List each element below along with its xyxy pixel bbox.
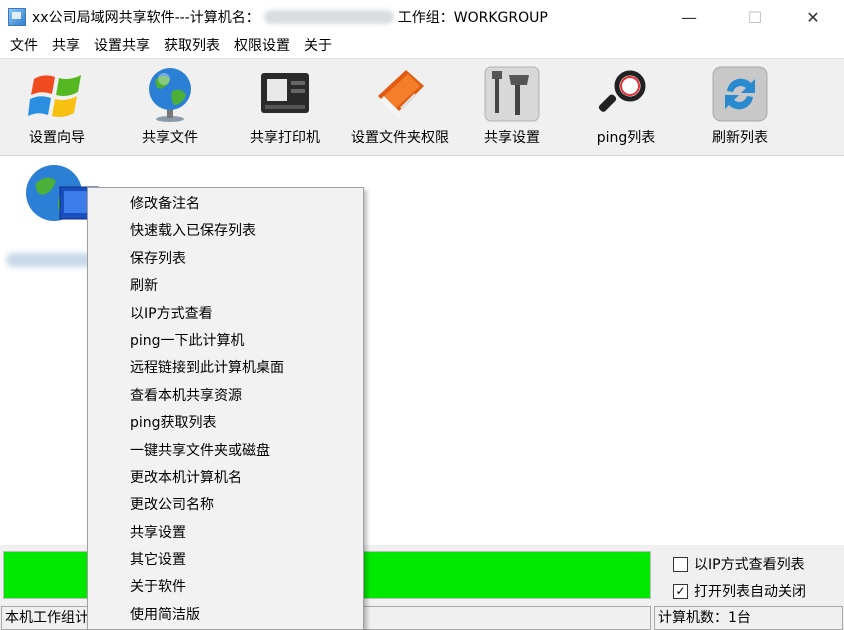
refresh-list-label: 刷新列表 bbox=[712, 130, 768, 146]
close-icon: ✕ bbox=[806, 7, 820, 27]
setup-wizard-label: 设置向导 bbox=[29, 130, 85, 146]
magnifier-icon bbox=[596, 65, 656, 123]
menu-permissions[interactable]: 权限设置 bbox=[227, 34, 297, 58]
share-printer-button[interactable]: 共享打印机 bbox=[230, 65, 340, 147]
ctx-edit-remark[interactable]: 修改备注名 bbox=[88, 191, 363, 218]
auto-close-checkbox[interactable]: ✓ bbox=[673, 583, 688, 599]
ctx-view-local-shares[interactable]: 查看本机共享资源 bbox=[88, 383, 363, 410]
auto-close-option[interactable]: ✓ 打开列表自动关闭 bbox=[673, 581, 806, 601]
ctx-load-saved-list[interactable]: 快速载入已保存列表 bbox=[88, 218, 363, 245]
ping-list-button[interactable]: ping列表 bbox=[571, 65, 681, 147]
ctx-ping-computer[interactable]: ping一下此计算机 bbox=[88, 328, 363, 355]
status-computer-count: 计算机数：1台 bbox=[654, 606, 843, 630]
folder-permissions-button[interactable]: 设置文件夹权限 bbox=[343, 65, 457, 147]
printer-icon bbox=[255, 65, 315, 123]
title-workgroup: 工作组：WORKGROUP bbox=[397, 10, 548, 26]
share-files-label: 共享文件 bbox=[142, 130, 198, 146]
refresh-icon bbox=[710, 65, 770, 123]
folder-book-icon bbox=[370, 65, 430, 123]
globe-icon bbox=[140, 65, 200, 123]
title-bar: xx公司局域网共享软件---计算机名： 工作组：WORKGROUP — ☐ ✕ bbox=[0, 0, 844, 34]
ctx-about[interactable]: 关于软件 bbox=[88, 574, 363, 601]
share-settings-label: 共享设置 bbox=[484, 130, 540, 146]
ctx-refresh[interactable]: 刷新 bbox=[88, 273, 363, 300]
context-menu: 修改备注名 快速载入已保存列表 保存列表 刷新 以IP方式查看 ping一下此计… bbox=[87, 187, 364, 630]
share-settings-button[interactable]: 共享设置 bbox=[457, 65, 567, 147]
menu-about[interactable]: 关于 bbox=[297, 34, 339, 58]
window-title: xx公司局域网共享软件---计算机名： 工作组：WORKGROUP bbox=[32, 7, 548, 27]
ctx-other-settings[interactable]: 其它设置 bbox=[88, 547, 363, 574]
ctx-remote-desktop[interactable]: 远程链接到此计算机桌面 bbox=[88, 355, 363, 382]
share-files-button[interactable]: 共享文件 bbox=[115, 65, 225, 147]
menu-get-list[interactable]: 获取列表 bbox=[157, 34, 227, 58]
app-icon bbox=[8, 8, 26, 26]
windows-logo-icon bbox=[27, 65, 87, 123]
minimize-icon: — bbox=[681, 7, 697, 27]
maximize-icon: ☐ bbox=[747, 7, 763, 27]
close-button[interactable]: ✕ bbox=[790, 0, 836, 34]
redacted-computer-name bbox=[263, 10, 394, 24]
auto-close-label: 打开列表自动关闭 bbox=[694, 584, 806, 600]
ctx-share-settings[interactable]: 共享设置 bbox=[88, 520, 363, 547]
ping-list-label: ping列表 bbox=[596, 130, 656, 146]
ctx-rename-computer[interactable]: 更改本机计算机名 bbox=[88, 465, 363, 492]
maximize-button[interactable]: ☐ bbox=[732, 0, 778, 34]
share-printer-label: 共享打印机 bbox=[250, 130, 320, 146]
ctx-simple-version[interactable]: 使用简洁版 bbox=[88, 602, 363, 629]
setup-wizard-button[interactable]: 设置向导 bbox=[2, 65, 112, 147]
folder-permissions-label: 设置文件夹权限 bbox=[351, 130, 449, 146]
ctx-save-list[interactable]: 保存列表 bbox=[88, 246, 363, 273]
menu-file[interactable]: 文件 bbox=[0, 34, 45, 58]
ctx-change-company-name[interactable]: 更改公司名称 bbox=[88, 492, 363, 519]
ctx-one-click-share[interactable]: 一键共享文件夹或磁盘 bbox=[88, 438, 363, 465]
ip-view-label: 以IP方式查看列表 bbox=[694, 557, 805, 573]
menu-share[interactable]: 共享 bbox=[45, 34, 87, 58]
title-prefix: xx公司局域网共享软件---计算机名： bbox=[32, 10, 260, 26]
menu-bar: 文件 共享 设置共享 获取列表 权限设置 关于 bbox=[0, 34, 844, 58]
status-count-text: 计算机数：1台 bbox=[658, 610, 751, 626]
toolbar: 设置向导 共享文件 共享打印机 设置文件夹权限 共享设置 ping列表 刷新列表 bbox=[0, 58, 844, 156]
menu-share-settings[interactable]: 设置共享 bbox=[87, 34, 157, 58]
ctx-ping-get-list[interactable]: ping获取列表 bbox=[88, 410, 363, 437]
refresh-list-button[interactable]: 刷新列表 bbox=[685, 65, 795, 147]
minimize-button[interactable]: — bbox=[666, 0, 712, 34]
ctx-view-by-ip[interactable]: 以IP方式查看 bbox=[88, 301, 363, 328]
ip-view-checkbox[interactable] bbox=[673, 556, 688, 572]
tools-icon bbox=[482, 65, 542, 123]
ip-view-option[interactable]: 以IP方式查看列表 bbox=[673, 554, 805, 574]
status-workgroup-text: 本机工作组计 bbox=[5, 610, 89, 626]
